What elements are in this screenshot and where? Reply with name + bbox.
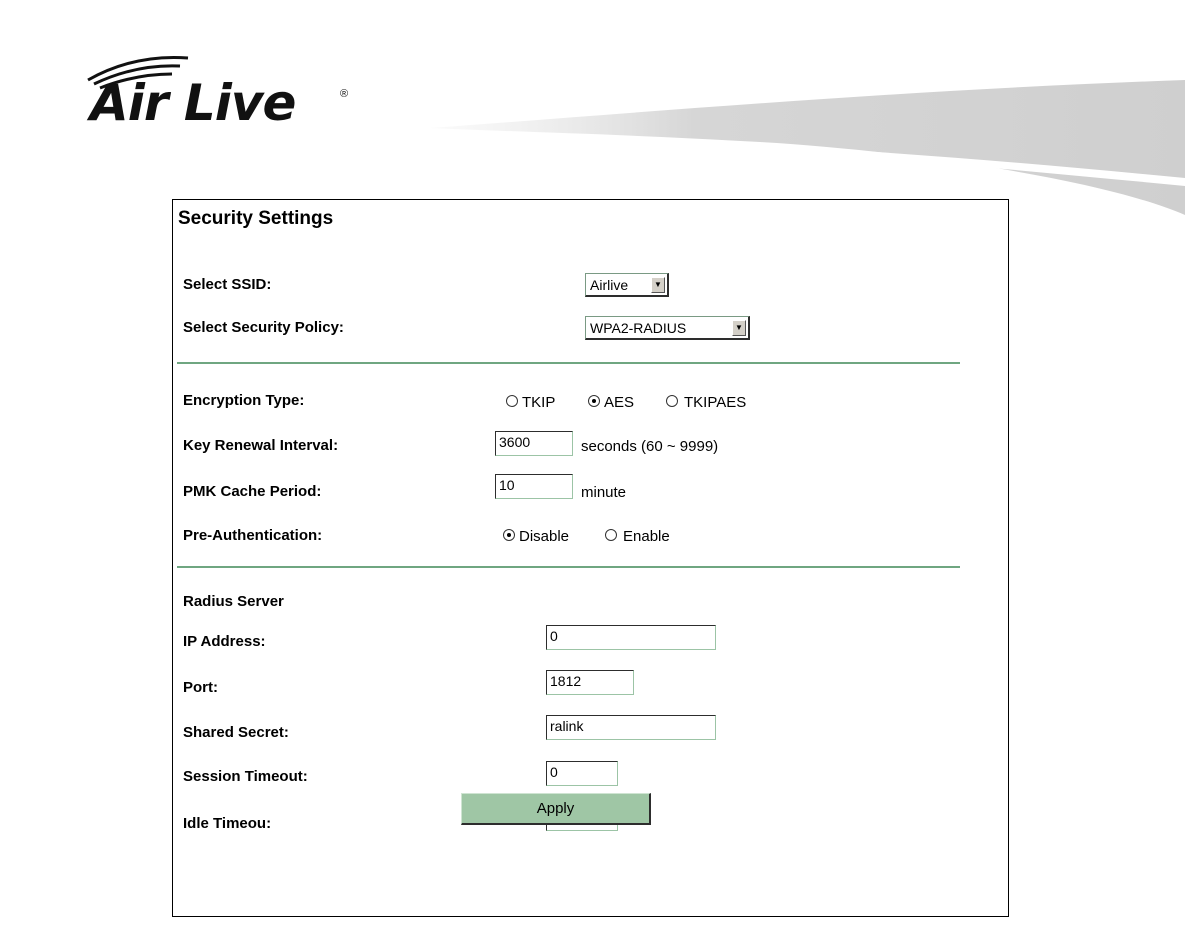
airlive-logo: Air Live ® — [78, 52, 368, 132]
port-label: Port: — [183, 679, 218, 696]
ssid-select[interactable]: Airlive ▼ — [585, 273, 669, 297]
radius-ip-input[interactable]: 0 — [546, 625, 716, 650]
ssid-select-value: Airlive — [590, 276, 629, 293]
radio-pre-auth-disable-label: Disable — [519, 528, 570, 545]
panel-title: Security Settings — [178, 208, 334, 229]
pmk-cache-unit: minute — [581, 484, 627, 501]
pmk-cache-input[interactable]: 10 — [495, 474, 573, 499]
shared-secret-label: Shared Secret: — [183, 724, 289, 741]
page: Air Live ® Security Settings Select SSID… — [0, 0, 1185, 927]
security-policy-select[interactable]: WPA2-RADIUS ▼ — [585, 316, 750, 340]
idle-timeout-label: Idle Timeou: — [183, 815, 272, 832]
radio-tkipaes[interactable] — [666, 395, 678, 407]
radius-server-label: Radius Server — [183, 593, 284, 610]
radio-pre-auth-disable[interactable] — [503, 529, 515, 541]
session-timeout-input[interactable]: 0 — [546, 761, 618, 786]
radius-port-input[interactable]: 1812 — [546, 670, 634, 695]
radio-tkip[interactable] — [506, 395, 518, 407]
key-renewal-unit: seconds (60 ~ 9999) — [581, 438, 719, 455]
radio-pre-auth-enable-label: Enable — [623, 528, 670, 545]
section-divider — [177, 362, 960, 364]
registered-mark: ® — [340, 88, 349, 100]
pre-authentication-label: Pre-Authentication: — [183, 527, 323, 544]
ip-address-label: IP Address: — [183, 633, 266, 650]
radio-aes[interactable] — [588, 395, 600, 407]
select-ssid-label: Select SSID: — [183, 276, 272, 293]
key-renewal-interval-label: Key Renewal Interval: — [183, 437, 339, 454]
pmk-cache-period-label: PMK Cache Period: — [183, 483, 322, 500]
section-divider — [177, 566, 960, 568]
radio-aes-label: AES — [604, 394, 635, 411]
radio-pre-auth-enable[interactable] — [605, 529, 617, 541]
security-policy-select-value: WPA2-RADIUS — [590, 319, 687, 336]
dropdown-arrow-icon[interactable]: ▼ — [651, 276, 665, 293]
encryption-type-label: Encryption Type: — [183, 392, 305, 409]
radius-secret-input[interactable]: ralink — [546, 715, 716, 740]
dropdown-arrow-icon[interactable]: ▼ — [732, 319, 746, 336]
apply-button[interactable]: Apply — [461, 793, 651, 825]
security-settings-panel: Security Settings Select SSID: Airlive ▼… — [172, 199, 1009, 917]
session-timeout-label: Session Timeout: — [183, 768, 308, 785]
select-security-policy-label: Select Security Policy: — [183, 319, 344, 336]
key-renewal-input[interactable]: 3600 — [495, 431, 573, 456]
logo-text: Air Live — [90, 74, 296, 132]
radio-tkipaes-label: TKIPAES — [684, 394, 747, 411]
radio-tkip-label: TKIP — [522, 394, 556, 411]
